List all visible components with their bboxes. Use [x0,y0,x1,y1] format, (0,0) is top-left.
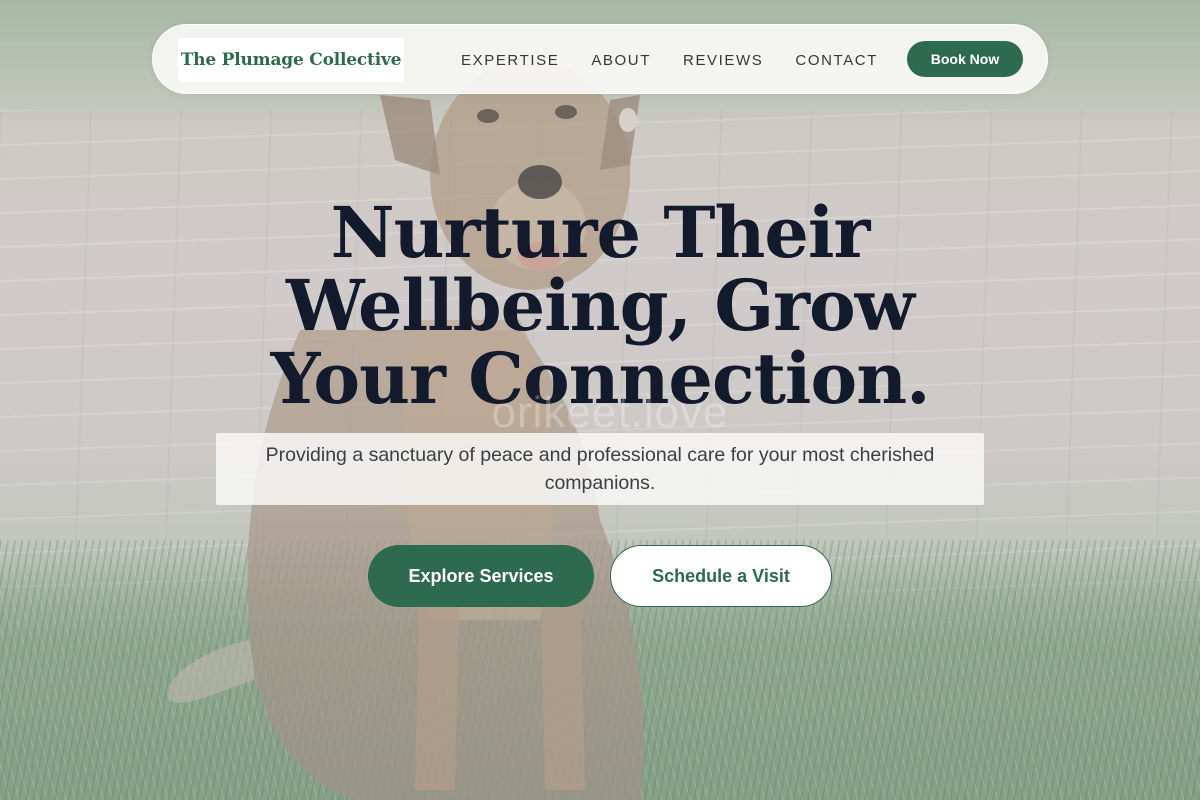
schedule-visit-button[interactable]: Schedule a Visit [610,545,832,607]
book-now-button[interactable]: Book Now [907,41,1023,77]
hero-subtitle: Providing a sanctuary of peace and profe… [216,433,984,505]
explore-services-button[interactable]: Explore Services [368,545,594,607]
brand-logo[interactable]: The Plumage Collective [178,38,404,82]
nav-link-contact[interactable]: CONTACT [795,52,878,69]
nav-link-reviews[interactable]: REVIEWS [683,52,763,69]
nav-link-expertise[interactable]: EXPERTISE [461,52,559,69]
hero-headline: Nurture Their Wellbeing, Grow Your Conne… [270,191,931,420]
nav-link-about[interactable]: ABOUT [591,52,651,69]
image-watermark: orikeet.love [491,388,729,437]
top-navigation: The Plumage Collective EXPERTISE ABOUT R… [152,24,1048,94]
nav-links: EXPERTISE ABOUT REVIEWS CONTACT [461,25,910,95]
